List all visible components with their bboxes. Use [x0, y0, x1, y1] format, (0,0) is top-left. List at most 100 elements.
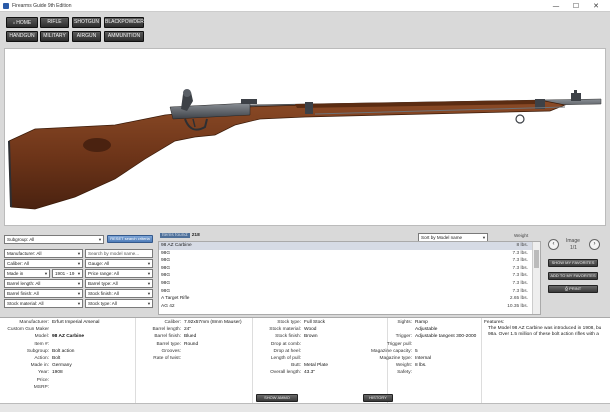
details-stock-column: Stock type: Full Stock Stock material: Wood… [253, 318, 388, 404]
sort-value: Sort by Model name [421, 235, 463, 240]
nav-handgun-button[interactable]: HANDGUN [6, 31, 38, 42]
nav-airgun-button[interactable]: AIRGUN [72, 31, 101, 42]
detail-value: 24" [184, 327, 192, 333]
stock-type-select[interactable]: Stock type: All ▼ [85, 299, 153, 308]
search-input[interactable]: Search by model name... [85, 249, 153, 258]
stock-finish-select[interactable]: Stock finish: All ▼ [85, 289, 153, 298]
nav-blackpowder-button[interactable]: BLACKPOWDER [104, 17, 144, 28]
list-item[interactable]: A Target Rifle 2.65 lbs. [159, 295, 540, 303]
detail-value: 8 lbs. [415, 363, 427, 369]
chevron-right-icon: › [593, 241, 596, 247]
detail-key: Rate of twist: [153, 356, 181, 361]
detail-value: 1908 [52, 370, 63, 376]
chevron-down-icon: ▼ [98, 237, 102, 242]
made-in-value: Made in [7, 271, 24, 276]
list-item-name: 98G [161, 250, 171, 256]
detail-value: Full Stock [304, 320, 326, 325]
reset-search-button[interactable]: RESET search criteria [107, 235, 153, 243]
caliber-select[interactable]: Caliber: All ▼ [4, 259, 83, 268]
nav-home-button[interactable]: ⌂ HOME [6, 17, 38, 28]
list-item[interactable]: 98G 7.3 lbs. [159, 257, 540, 265]
list-item[interactable]: 98G 7.3 lbs. [159, 272, 540, 280]
prev-image-button[interactable]: ‹ [548, 239, 559, 250]
chevron-down-icon: ▼ [77, 291, 81, 296]
detail-key: Sights: [397, 320, 412, 325]
manufacturer-select[interactable]: Manufacturer: All ▼ [4, 249, 83, 258]
detail-key: Barrel length: [152, 327, 181, 333]
barrel-type-select[interactable]: Barrel type: All ▼ [85, 279, 153, 288]
title-bar: Firearms Guide 9th Edition — ☐ ✕ [0, 0, 610, 12]
detail-key: Price: [36, 377, 49, 383]
rifle-image [8, 89, 602, 210]
detail-value: Metal Plate [304, 363, 328, 369]
detail-key: Trigger: [395, 334, 412, 340]
list-item-weight: 7.3 lbs. [512, 280, 528, 286]
history-button[interactable]: HISTORY [363, 394, 393, 402]
list-item[interactable]: 98G 7.3 lbs. [159, 250, 540, 258]
chevron-down-icon: ▼ [482, 235, 486, 240]
detail-key: Caliber: [164, 320, 181, 325]
nav-rifle-button[interactable]: RIFLE [40, 17, 69, 28]
nav-shotgun-button[interactable]: SHOTGUN [72, 17, 101, 28]
list-item-name: 98G [161, 265, 171, 271]
details-panel: Manufacturer: Erfurt Imperial Arsenal Cust… [0, 317, 610, 404]
list-item-name: 98G [161, 280, 171, 286]
detail-value: 43.3" [304, 370, 316, 376]
list-item[interactable]: 98G 7.3 lbs. [159, 265, 540, 273]
stock-material-select[interactable]: Stock material: All ▼ [4, 299, 83, 308]
show-favorites-button[interactable]: SHOW MY FAVORITES [548, 259, 598, 267]
chevron-down-icon: ▼ [147, 291, 151, 296]
detail-key: Overall length: [270, 370, 301, 376]
barrel-length-select[interactable]: Barrel length: All ▼ [4, 279, 83, 288]
add-favorites-button[interactable]: ADD TO MY FAVORITES [548, 272, 598, 280]
detail-value: Blued [184, 334, 197, 340]
items-found-label: Items found: [160, 233, 191, 238]
chevron-down-icon: ▼ [147, 271, 151, 276]
close-button[interactable]: ✕ [586, 1, 606, 11]
show-ammo-button[interactable]: SHOW AMMO [256, 394, 298, 402]
scrollbar-thumb[interactable] [534, 250, 539, 268]
next-image-button[interactable]: › [589, 239, 600, 250]
detail-key: Barrel type: [156, 341, 181, 347]
features-text-line-2: 98a. Over 1.5 million of these bolt acti… [488, 332, 599, 337]
barrel-length-value: Barrel length: All [7, 281, 41, 286]
maximize-button[interactable]: ☐ [566, 1, 586, 11]
image-counter: 1/1 [570, 245, 577, 251]
list-item[interactable]: AG 42 10.35 lbs. [159, 303, 540, 311]
price-range-value: Price range: All [88, 271, 119, 276]
features-text-line-1: The Model 98 AZ Carbine was introduced i… [488, 326, 602, 331]
chevron-left-icon: ‹ [552, 241, 555, 247]
print-button[interactable]: ⎙ PRINT [548, 285, 598, 293]
chevron-down-icon: ▼ [44, 271, 48, 276]
subgroup-select[interactable]: Subgroup: All ▼ [4, 235, 104, 244]
made-in-select[interactable]: Made in ▼ [4, 269, 50, 278]
barrel-finish-select[interactable]: Barrel finish: All ▼ [4, 289, 83, 298]
detail-key: Stock type: [277, 320, 301, 325]
detail-value: Ramp [415, 320, 428, 325]
list-item-weight: 7.3 lbs. [512, 273, 528, 279]
list-item[interactable]: 98G 7.3 lbs. [159, 280, 540, 288]
nav-ammunition-button[interactable]: AMMUNITION [104, 31, 144, 42]
detail-key: Butt: [291, 363, 301, 369]
chevron-down-icon: ▼ [77, 261, 81, 266]
gauge-select[interactable]: Gauge: All ▼ [85, 259, 153, 268]
app-icon [3, 2, 9, 9]
chevron-down-icon: ▼ [147, 281, 151, 286]
caliber-value: Caliber: All [7, 261, 29, 266]
search-placeholder: Search by model name... [88, 251, 140, 256]
year-range-select[interactable]: 1901 - 19 ▼ [52, 269, 83, 278]
nav-military-button[interactable]: MILITARY [40, 31, 69, 42]
results-list[interactable]: 98 AZ Carbine 8 lbs. 98G 7.3 lbs. 98G 7.3 lbs… [158, 241, 541, 315]
detail-value: Erfurt Imperial Arsenal [52, 320, 100, 325]
detail-key: Safety: [397, 370, 412, 376]
print-label: PRINT [569, 286, 582, 291]
results-scrollbar[interactable] [532, 242, 540, 314]
chevron-down-icon: ▼ [77, 281, 81, 286]
detail-value: Adjustable [415, 327, 438, 333]
list-item[interactable]: 98 AZ Carbine 8 lbs. [159, 242, 540, 250]
status-bar [0, 403, 610, 412]
price-range-select[interactable]: Price range: All ▼ [85, 269, 153, 278]
list-item-name: 98 AZ Carbine [161, 243, 192, 248]
list-item[interactable]: 98G 7.3 lbs. [159, 288, 540, 296]
minimize-button[interactable]: — [546, 1, 566, 11]
